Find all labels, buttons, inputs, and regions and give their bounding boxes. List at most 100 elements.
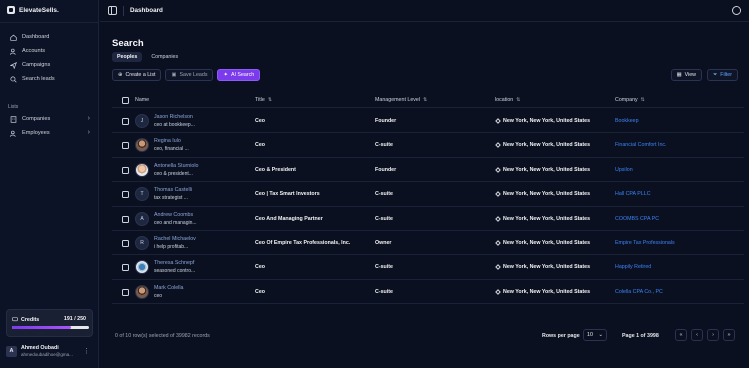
row-checkbox[interactable] [122,215,129,223]
company-link[interactable]: Hall CPA PLLC [615,191,651,197]
tab-peoples[interactable]: Peoples [112,52,143,62]
more-vertical-icon[interactable]: ⋮ [83,347,90,355]
rows-per-page-select[interactable]: 10 ⌄ [583,329,607,341]
sidebar-item-campaigns[interactable]: Campaigns [6,58,94,72]
title-cell: Ceo & President [255,166,296,173]
title-cell: Ceo [255,142,266,149]
row-checkbox[interactable] [122,118,129,125]
selection-count: 0 of 10 row(s) selected of 39982 records [115,333,210,339]
sidebar-item-label: Companies [22,116,51,122]
row-checkbox[interactable] [122,142,129,150]
pagination: « ‹ › » [675,329,735,341]
filter-button[interactable]: ⏷ Filter [706,69,738,81]
column-header-location[interactable]: location ⇅ [495,97,520,103]
location-icon [495,191,501,198]
location-icon [495,142,501,149]
company-link[interactable]: Bookkeep [615,118,639,124]
sidebar-nav: Dashboard Accounts Campaigns Search lead… [6,30,94,86]
sort-icon: ⇅ [423,97,428,103]
person-name-link[interactable]: Andrew Coombs [154,212,193,218]
avatar: A [135,211,149,226]
person-headline: tax strategist ... [154,195,188,202]
table-row[interactable]: Antonella Sturniolo ceo & president... C… [112,158,744,183]
sidebar-item-accounts[interactable]: Accounts [6,44,94,58]
location-cell: New York, New York, United States [495,166,590,173]
sidebar-item-dashboard[interactable]: Dashboard [6,30,94,44]
logo-icon [7,6,15,14]
sidebar-item-companies[interactable]: Companies › [6,112,94,126]
column-header-title[interactable]: Title ⇅ [255,97,272,103]
sidebar: ElevateSells. Dashboard Accounts Campaig… [0,0,99,368]
sparkle-icon: ✦ [223,72,228,78]
user-text: Ahmed Oubadi ahmedoubadihoe@gma... [21,345,73,357]
prev-page-button[interactable]: ‹ [691,329,703,341]
row-checkbox[interactable] [122,166,129,174]
person-name-link[interactable]: Rachel Michaelov [154,236,196,242]
location-cell: New York, New York, United States [495,142,590,149]
sidebar-item-label: Employees [22,130,50,136]
send-icon [10,61,17,69]
user-name: Ahmed Oubadi [21,345,59,351]
company-link[interactable]: Colella CPA Co., PC [615,289,663,295]
tab-companies[interactable]: Companies [146,52,183,62]
save-leads-button[interactable]: ▣ Save Leads [165,69,214,81]
company-link[interactable]: Empire Tax Professionals [615,240,675,246]
title-cell: Ceo [255,288,266,295]
last-page-button[interactable]: » [723,329,735,341]
sidebar-item-search-leads[interactable]: Search leads [6,72,94,86]
table-row[interactable]: A Andrew Coombs ceo and managin... Ceo A… [112,207,744,231]
person-headline: ceo & president... [154,170,193,177]
table-row[interactable]: R Rachel Michaelov i help profitab... Ce… [112,231,744,256]
table-row[interactable]: Theresa Schnepf seasoned contro... Ceo C… [112,255,744,280]
create-list-button[interactable]: ⊕ Create a List [112,69,162,81]
table-row[interactable]: Regina Iulo ceo, financial ... Ceo C-sui… [112,133,744,158]
user-email: ahmedoubadihoe@gma... [21,352,73,357]
lists-label: Lists [8,104,19,110]
table-row[interactable]: Mark Colella ceo Ceo C-suite New York, N… [112,280,744,305]
view-icon: ▦ [676,72,682,78]
ai-search-button[interactable]: ✦ AI Search [217,69,261,81]
person-name-link[interactable]: Jason Richelson [154,114,193,120]
action-bar: ⊕ Create a List ▣ Save Leads ✦ AI Search [112,69,261,81]
row-checkbox[interactable] [122,288,129,296]
table-row[interactable]: J Jason Richelson ceo at bookkeep... Ceo… [112,109,744,134]
title-cell: Ceo And Managing Partner [255,215,323,222]
avatar [135,260,149,275]
location-icon [495,166,501,173]
sidebar-toggle-icon[interactable] [108,6,117,15]
search-icon [10,75,17,83]
row-checkbox[interactable] [122,191,129,199]
column-header-management-level[interactable]: Management Level ⇅ [375,97,427,103]
next-page-button[interactable]: › [707,329,719,341]
user-profile[interactable]: A Ahmed Oubadi ahmedoubadihoe@gma... ⋮ [6,340,94,362]
first-page-button[interactable]: « [675,329,687,341]
person-name-link[interactable]: Thomas Castelli [154,187,192,193]
column-header-company[interactable]: Company ⇅ [615,97,645,103]
avatar [135,162,149,177]
location-icon [495,288,501,295]
search-tabs: Peoples Companies [112,52,183,62]
person-name-link[interactable]: Theresa Schnepf [154,260,194,266]
row-checkbox[interactable] [122,239,129,247]
users-icon [10,130,17,137]
theme-toggle-icon[interactable] [732,6,741,15]
person-name-link[interactable]: Regina Iulo [154,138,181,144]
brand[interactable]: ElevateSells. [7,6,59,14]
company-link[interactable]: Happily Retired [615,264,651,270]
table-row[interactable]: T Thomas Castelli tax strategist ... Ceo… [112,182,744,207]
location-icon [495,215,501,222]
home-icon [10,34,17,41]
sidebar-item-employees[interactable]: Employees › [6,126,94,140]
company-link[interactable]: COOMBS CPA PC [615,216,659,222]
view-button[interactable]: ▦ View [670,69,702,81]
person-name-link[interactable]: Mark Colella [154,285,183,291]
row-checkbox[interactable] [122,264,129,272]
company-link[interactable]: Upsilon [615,167,633,173]
company-link[interactable]: Financial Comfort Inc. [615,142,667,148]
select-all-checkbox[interactable] [122,97,129,104]
avatar: R [135,235,149,250]
main-content: Search Peoples Companies ⊕ Create a List… [100,23,746,368]
person-name-link[interactable]: Antonella Sturniolo [154,163,198,169]
avatar [135,284,149,299]
level-cell: C-suite [375,264,393,271]
